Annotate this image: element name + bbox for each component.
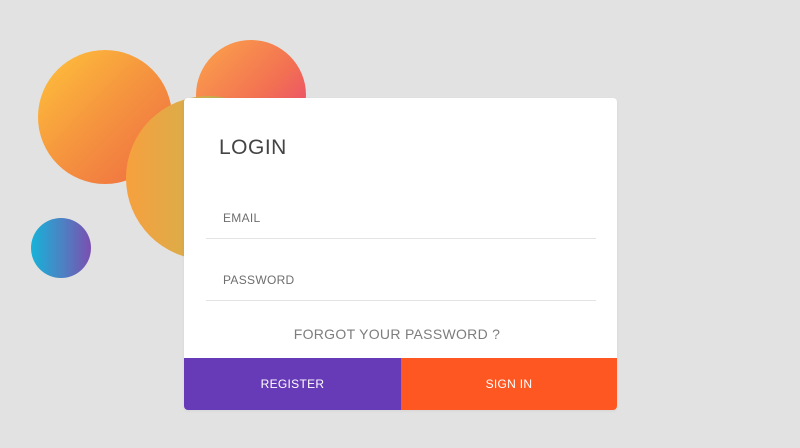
login-screen: LOGIN FORGOT YOUR PASSWORD ? REGISTER SI… [0, 0, 800, 448]
login-card: LOGIN FORGOT YOUR PASSWORD ? REGISTER SI… [184, 98, 617, 410]
register-button[interactable]: REGISTER [184, 358, 401, 410]
sign-in-button[interactable]: SIGN IN [401, 358, 617, 410]
password-field-wrapper [206, 260, 596, 301]
forgot-password-link[interactable]: FORGOT YOUR PASSWORD ? [184, 326, 610, 342]
login-title: LOGIN [219, 136, 287, 159]
password-field[interactable] [206, 260, 596, 300]
decorative-circle-blue [31, 218, 91, 278]
email-field-wrapper [206, 198, 596, 239]
email-field[interactable] [206, 198, 596, 238]
